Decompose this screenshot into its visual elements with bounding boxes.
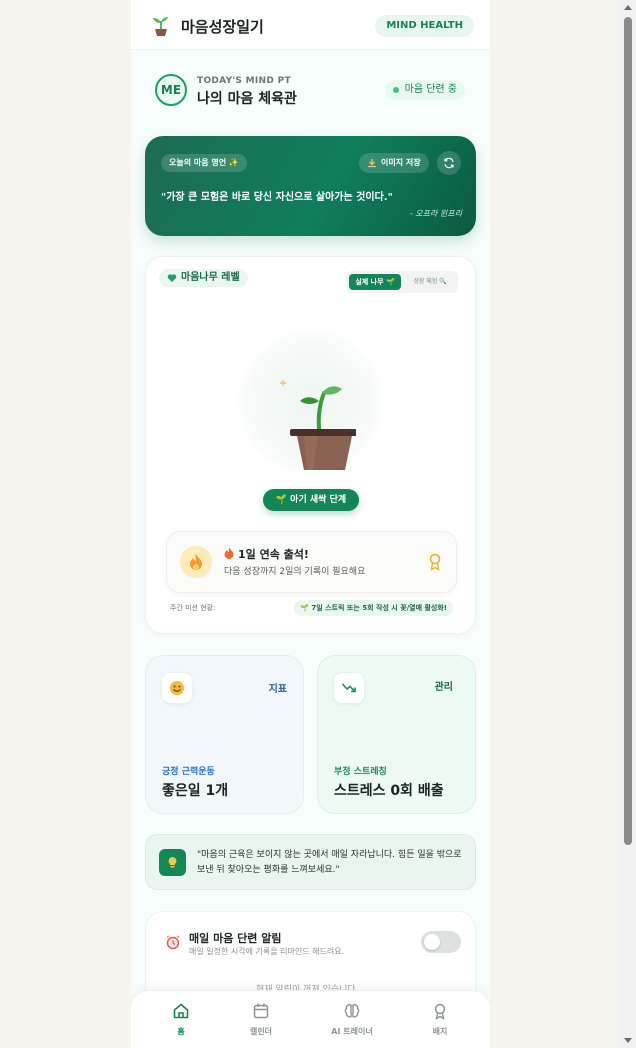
- positive-stat-card[interactable]: 지표 긍정 근력운동 좋은일 1개: [145, 655, 304, 814]
- status-label: 마음 단련 중: [404, 84, 457, 95]
- home-icon: [173, 1003, 189, 1019]
- nav-item-badge[interactable]: 배지: [400, 991, 480, 1048]
- positive-stat-tag: 지표: [268, 684, 287, 695]
- status-dot-icon: [392, 87, 399, 93]
- alarm-title: 매일 마음 단련 알림: [189, 932, 282, 945]
- nav-label-ai-trainer: AI 트레이너: [331, 1027, 373, 1036]
- profile-subtitle: TODAY'S MIND PT: [197, 76, 291, 86]
- medal-icon: [429, 553, 441, 571]
- nav-item-calendar[interactable]: 캘린더: [221, 991, 301, 1048]
- brain-icon: [344, 1004, 360, 1018]
- smile-icon-box: [162, 673, 192, 703]
- alarm-toggle[interactable]: [421, 931, 461, 953]
- scroll-thumb[interactable]: [624, 17, 632, 845]
- tip-card: "마음의 근육은 보이지 않는 곳에서 매일 자라납니다. 힘든 일을 밖으로 …: [145, 834, 476, 890]
- top-bar: 마음성장일기 MIND HEALTH: [131, 0, 490, 50]
- sprout-logo-icon: [153, 17, 168, 36]
- level-label: 마음나무 레벨: [181, 272, 240, 283]
- mind-health-badge: MIND HEALTH: [375, 15, 474, 37]
- refresh-quote-button[interactable]: [437, 151, 461, 175]
- positive-stat-value: 좋은일 1개: [162, 783, 229, 799]
- nav-item-ai-trainer[interactable]: AI 트레이너: [312, 991, 392, 1048]
- streak-title: 1일 연속 출석!: [224, 546, 309, 562]
- scroll-up-arrow-icon[interactable]: [624, 5, 632, 10]
- tip-icon-box: [159, 849, 186, 876]
- positive-stat-label: 긍정 근력운동: [162, 767, 215, 777]
- quote-author: - 오프라 윈프리: [409, 209, 462, 218]
- save-image-button[interactable]: 이미지 저장: [359, 153, 429, 173]
- fire-icon: [190, 554, 202, 570]
- alarm-clock-icon: [166, 935, 180, 950]
- download-icon: [368, 159, 376, 168]
- flame-icon: [224, 547, 234, 559]
- negative-stat-label: 부정 스트레칭: [334, 767, 387, 777]
- negative-stat-card[interactable]: 관리 부정 스트레칭 스트레스 0회 배출: [317, 655, 476, 814]
- tab-real-tree[interactable]: 실제 나무 🌱: [349, 274, 401, 290]
- tab-growth-experience[interactable]: 성장 체험 🔍: [406, 274, 454, 290]
- app-screen: 마음성장일기 MIND HEALTH ME TODAY'S MIND PT 나의…: [131, 0, 490, 1048]
- medal-icon: [434, 1003, 446, 1020]
- avatar[interactable]: ME: [155, 74, 187, 106]
- growth-stage-button[interactable]: 🌱 아기 새싹 단계: [263, 489, 359, 511]
- negative-stat-tag: 관리: [434, 682, 453, 693]
- streak-title-text: 1일 연속 출석!: [238, 548, 309, 561]
- refresh-icon: [444, 157, 454, 169]
- fire-badge: [180, 546, 212, 578]
- nav-label-calendar: 캘린더: [249, 1027, 273, 1036]
- heart-icon: [167, 274, 177, 282]
- daily-quote-card: 오늘의 마음 명언 ✨ 이미지 저장 "가장 큰 모험은 바로 당신 자신으로 …: [145, 136, 476, 236]
- mission-tag: 🌱 7일 스트릭 또는 5회 작성 시 꽃/열매 활성화!: [294, 600, 453, 616]
- lightbulb-icon: [168, 857, 177, 868]
- smile-icon: [170, 681, 184, 695]
- bottom-nav: 홈 캘린더 AI 트레이너 배지: [131, 990, 490, 1048]
- trend-down-icon: [341, 683, 356, 693]
- level-tag: 마음나무 레벨: [159, 269, 248, 287]
- quote-text: "가장 큰 모험은 바로 당신 자신으로 살아가는 것이다.": [161, 192, 393, 203]
- view-toggle: 실제 나무 🌱 성장 체험 🔍: [346, 271, 458, 293]
- mind-tree-card: 마음나무 레벨 실제 나무 🌱 성장 체험 🔍 🌱 아기 새싹 단계 1일 연속…: [145, 256, 476, 634]
- alarm-subtitle: 매일 일정한 시각에 기록을 리마인드 해드려요.: [189, 947, 345, 956]
- toggle-knob: [424, 934, 440, 950]
- quote-tag: 오늘의 마음 명언 ✨: [161, 154, 247, 172]
- streak-subtitle: 다음 성장까지 2일의 기록이 필요해요: [224, 567, 366, 577]
- mission-label: 주간 미션 현황:: [170, 604, 216, 612]
- save-image-label: 이미지 저장: [381, 158, 421, 167]
- negative-stat-value: 스트레스 0회 배출: [334, 783, 444, 799]
- trend-down-icon-box: [334, 673, 364, 703]
- calendar-icon: [253, 1003, 269, 1019]
- app-title: 마음성장일기: [181, 18, 264, 36]
- scroll-down-arrow-icon[interactable]: [624, 1038, 632, 1043]
- sprout-plant-icon: [279, 379, 356, 470]
- profile-name: 나의 마음 체육관: [197, 91, 297, 107]
- page-scrollbar[interactable]: [620, 0, 636, 1048]
- status-badge: 마음 단련 중: [384, 80, 465, 100]
- nav-label-home: 홈: [177, 1027, 185, 1036]
- streak-box: 1일 연속 출석! 다음 성장까지 2일의 기록이 필요해요: [166, 531, 457, 593]
- nav-label-badge: 배지: [432, 1027, 448, 1036]
- nav-item-home[interactable]: 홈: [141, 991, 221, 1048]
- tip-text: "마음의 근육은 보이지 않는 곳에서 매일 자라납니다. 힘든 일을 밖으로 …: [197, 850, 462, 875]
